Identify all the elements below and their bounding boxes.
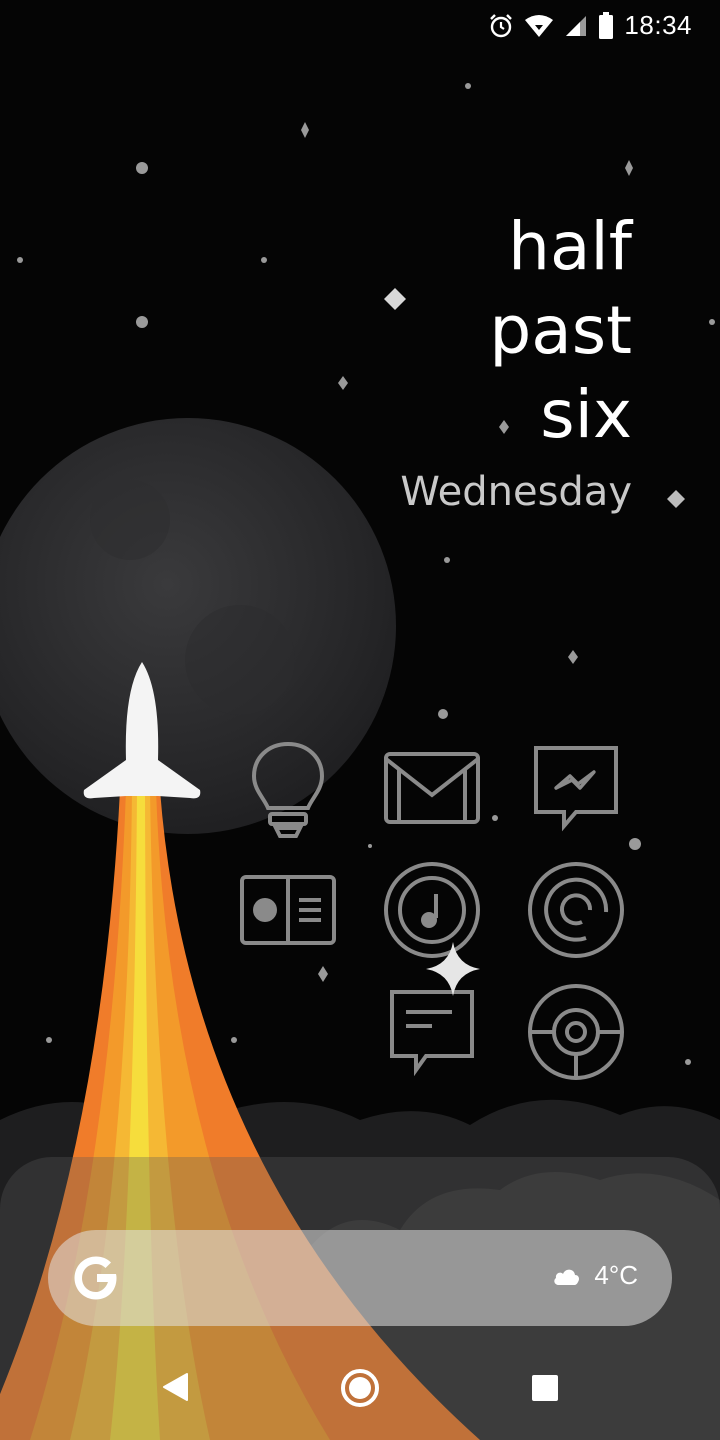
app-messenger[interactable] [521,733,631,843]
back-icon [163,1373,188,1401]
wifi-icon [525,14,554,37]
app-contacts[interactable] [233,855,343,965]
home-button[interactable] [336,1364,384,1412]
weather-widget[interactable]: 4°C [552,1260,638,1291]
clock-day: Wednesday [400,469,632,515]
contacts-card-icon [240,875,336,945]
recents-icon [532,1375,558,1401]
google-g-logo[interactable] [70,1252,122,1304]
alarm-icon [490,13,513,37]
cellular-signal-icon [566,15,587,36]
messages-icon [390,990,474,1076]
home-icon [341,1369,379,1407]
app-keep-notes[interactable] [233,733,343,843]
clock-line-1: half [508,208,632,285]
sparkle-icon [426,942,480,996]
status-bar: 18:34 [0,0,720,50]
gmail-icon [384,752,480,824]
google-search-bar[interactable]: 4°C [48,1230,672,1326]
clock-line-3: six [540,376,632,453]
status-time: 18:34 [624,10,692,40]
clock-widget[interactable]: half past six Wednesday [400,205,632,515]
clock-line-2: past [489,292,632,369]
app-gmail[interactable] [377,733,487,843]
app-camera[interactable] [521,977,631,1087]
recents-button[interactable] [522,1366,568,1410]
keep-notes-icon [251,741,325,838]
back-button[interactable] [150,1365,200,1409]
camera-icon [528,984,624,1080]
podcasts-icon [528,862,624,958]
status-icons: 18:34 [488,10,692,41]
messenger-icon [534,746,618,832]
cloud-icon [554,1269,580,1285]
app-podcasts[interactable] [521,855,631,965]
weather-temperature: 4°C [594,1260,638,1290]
battery-icon [599,11,614,39]
